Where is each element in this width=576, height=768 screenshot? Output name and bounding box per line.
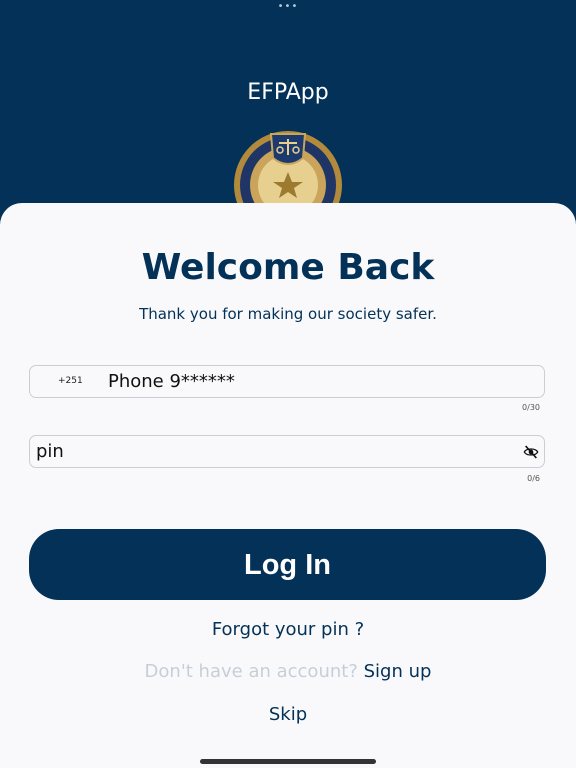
welcome-subtitle: Thank you for making our society safer.	[139, 305, 437, 323]
country-code-prefix[interactable]: +251	[58, 376, 83, 386]
welcome-heading: Welcome Back	[141, 247, 435, 288]
skip-link[interactable]: Skip	[0, 704, 576, 725]
signup-row: Don't have an account? Sign up	[0, 661, 576, 682]
phone-input[interactable]: +251 Phone 9******	[29, 365, 545, 398]
phone-character-counter: 0/30	[522, 403, 540, 412]
pin-value: pin	[36, 441, 64, 462]
window-dots[interactable]: •••	[0, 2, 576, 12]
signup-prompt: Don't have an account?	[144, 661, 358, 682]
forgot-pin-link[interactable]: Forgot your pin ?	[0, 619, 576, 640]
signup-link[interactable]: Sign up	[364, 661, 432, 682]
pin-input[interactable]: pin	[29, 435, 545, 468]
login-card: Welcome Back Thank you for making our so…	[0, 203, 576, 768]
pin-character-counter: 0/6	[527, 474, 540, 483]
eye-off-icon[interactable]	[523, 444, 539, 460]
app-title: EFPApp	[247, 80, 329, 105]
login-button[interactable]: Log In	[29, 529, 546, 600]
phone-value: Phone 9******	[108, 371, 235, 392]
login-screen: ••• EFPApp Welcome Back Thank you for ma…	[0, 0, 576, 768]
home-indicator[interactable]	[200, 759, 376, 764]
